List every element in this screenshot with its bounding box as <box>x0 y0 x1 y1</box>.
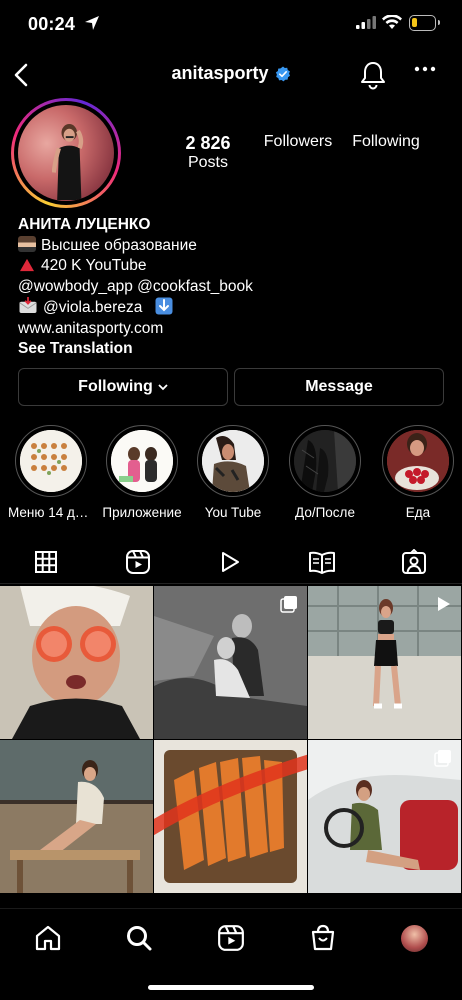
post-image-sweet-potato <box>154 740 307 893</box>
highlight-food-cover <box>387 430 449 492</box>
wifi-icon <box>382 15 402 29</box>
posts-count: 2 826 <box>185 133 231 153</box>
following-stat[interactable]: Following <box>346 133 426 151</box>
see-translation-link[interactable]: See Translation <box>18 339 448 360</box>
nav-profile[interactable] <box>399 923 429 953</box>
highlight-menu-label: Меню 14 дней <box>8 505 94 520</box>
highlight-before-after-cover <box>294 430 356 492</box>
location-arrow-icon <box>85 16 99 30</box>
status-bar: 00:24 <box>0 0 462 50</box>
profile-content-tabs <box>0 540 462 584</box>
post-thumbnail[interactable] <box>0 740 153 893</box>
avatar-figure <box>51 124 83 201</box>
nav-reels[interactable] <box>216 923 246 953</box>
videos-icon <box>222 552 239 572</box>
highlight-youtube-label: You Tube <box>204 505 262 520</box>
highlight-app[interactable]: Приложение <box>102 425 182 520</box>
red-triangle-icon <box>20 258 34 272</box>
envelope-arrow-icon <box>19 297 37 314</box>
bio-website-link[interactable]: www.anitasporty.com <box>18 319 448 340</box>
reels-icon <box>126 550 150 574</box>
chevron-down-icon <box>158 383 168 390</box>
tab-videos[interactable] <box>184 540 276 584</box>
highlight-youtube[interactable]: You Tube <box>194 425 272 520</box>
teacher-emoji-icon <box>18 235 36 252</box>
followers-label[interactable]: Followers <box>264 133 332 150</box>
profile-avatar-story-ring[interactable] <box>11 98 121 208</box>
tab-reels[interactable] <box>92 540 184 584</box>
nav-home[interactable] <box>33 923 63 953</box>
message-button[interactable]: Message <box>234 368 444 406</box>
video-play-icon <box>438 597 450 611</box>
post-thumbnail[interactable] <box>154 740 307 893</box>
profile-display-name: АНИТА ЛУЦЕНКО <box>18 216 151 233</box>
bio-text-education: Высшее образование <box>41 236 197 254</box>
more-options-icon[interactable] <box>414 66 436 72</box>
shop-icon <box>311 924 335 951</box>
guides-icon <box>309 551 335 574</box>
posts-grid <box>0 586 462 908</box>
followers-stat[interactable]: Followers <box>256 133 340 151</box>
profile-avatar-small <box>400 924 428 952</box>
bio-text-mail[interactable]: @viola.bereza <box>43 299 142 316</box>
post-thumbnail[interactable] <box>154 586 307 739</box>
profile-avatar <box>18 105 114 201</box>
profile-bio: АНИТА ЛУЦЕНКО Высшее образование 420 K Y… <box>18 215 448 360</box>
highlight-youtube-cover <box>202 430 264 492</box>
tab-tagged[interactable] <box>368 540 460 584</box>
bio-mentions[interactable]: @wowbody_app @cookfast_book <box>18 277 448 298</box>
posts-stat: 2 826 Posts <box>176 133 240 172</box>
bio-line-youtube: 420 K YouTube <box>18 256 448 277</box>
tab-guides[interactable] <box>276 540 368 584</box>
tab-posts-grid[interactable] <box>0 540 92 584</box>
nav-shop[interactable] <box>308 923 338 953</box>
post-thumbnail[interactable] <box>308 740 461 893</box>
carousel-icon <box>434 750 451 767</box>
down-arrow-button-icon <box>155 297 173 315</box>
highlight-before-after-label: До/После <box>295 505 355 520</box>
post-image-terrace <box>0 740 153 893</box>
bio-line-mail: @viola.bereza <box>18 297 448 319</box>
tagged-icon <box>402 549 426 574</box>
highlight-before-after[interactable]: До/После <box>286 425 364 520</box>
post-thumbnail[interactable] <box>0 586 153 739</box>
following-label[interactable]: Following <box>352 133 420 150</box>
following-button[interactable]: Following <box>18 368 228 406</box>
highlight-food[interactable]: Еда <box>379 425 457 520</box>
highlight-app-cover <box>111 430 173 492</box>
highlight-menu[interactable]: Меню 14 дней <box>8 425 94 520</box>
profile-username-title: anitasporty <box>0 63 462 84</box>
highlight-menu-cover <box>20 430 82 492</box>
bio-line-education: Высшее образование <box>18 235 448 257</box>
notification-bell-icon[interactable] <box>359 60 387 90</box>
message-button-label: Message <box>305 378 373 395</box>
carousel-icon <box>280 596 297 613</box>
reels-icon <box>218 925 244 951</box>
highlight-app-label: Приложение <box>102 505 182 520</box>
username-label: anitasporty <box>171 63 269 83</box>
grid-icon <box>35 551 57 573</box>
verified-badge-icon <box>275 66 290 82</box>
cellular-signal-icon <box>356 16 376 29</box>
search-icon <box>127 926 152 951</box>
home-indicator <box>148 985 314 990</box>
status-time: 00:24 <box>28 14 76 34</box>
post-thumbnail[interactable] <box>308 586 461 739</box>
highlight-food-label: Еда <box>405 505 431 520</box>
home-icon <box>35 925 61 951</box>
following-button-label: Following <box>78 378 153 395</box>
post-image-grapefruit <box>0 586 153 739</box>
profile-nav-bar: anitasporty <box>0 50 462 100</box>
nav-search[interactable] <box>124 923 154 953</box>
posts-label: Posts <box>187 154 228 171</box>
battery-icon <box>409 15 440 31</box>
bio-text-youtube: 420 K YouTube <box>41 257 147 274</box>
